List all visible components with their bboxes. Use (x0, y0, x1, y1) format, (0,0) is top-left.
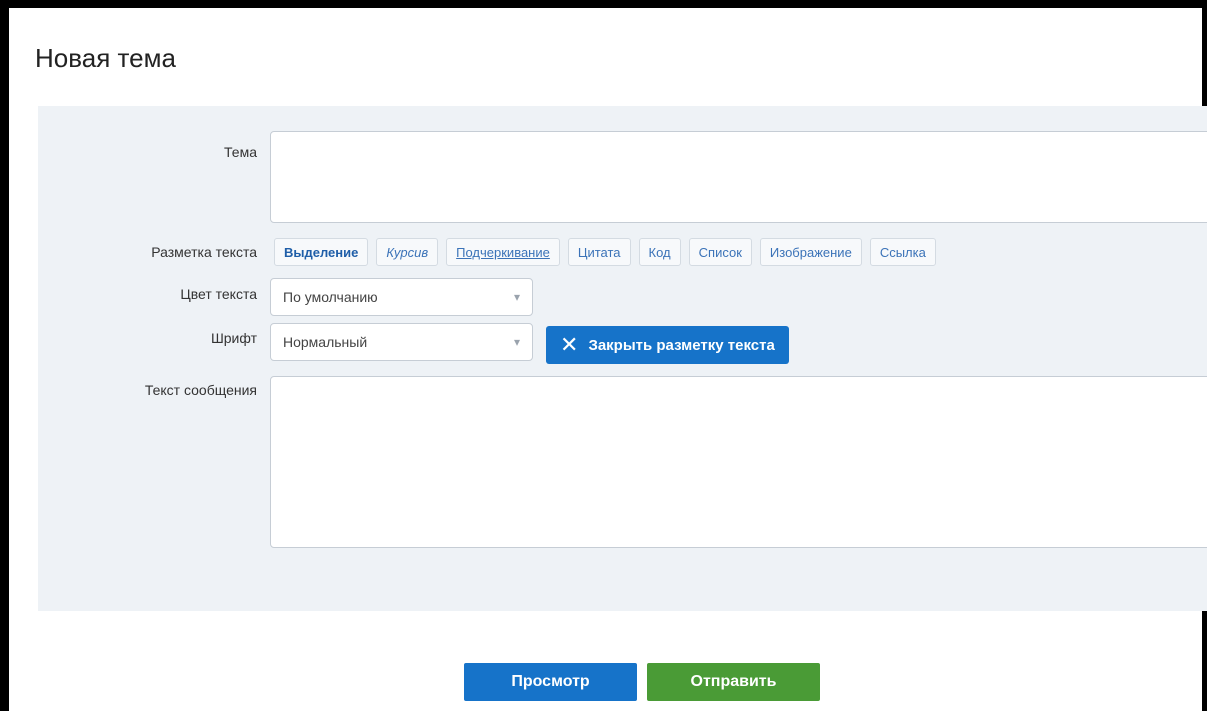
subject-input[interactable] (270, 131, 1207, 223)
text-color-value: По умолчанию (283, 289, 378, 305)
chevron-down-icon: ▾ (513, 335, 520, 349)
font-select[interactable]: Нормальный ▾ (270, 323, 533, 361)
markup-bold-button[interactable]: Выделение (274, 238, 369, 266)
window-frame: Новая тема Тема Разметка текста Выделени… (0, 0, 1207, 711)
new-topic-form: Тема Разметка текста Выделение Курсив По… (38, 106, 1207, 611)
markup-code-button[interactable]: Код (638, 238, 681, 266)
markup-image-button[interactable]: Изображение (759, 238, 862, 266)
markup-underline-button[interactable]: Подчеркивание (446, 238, 560, 266)
text-color-select[interactable]: По умолчанию ▾ (270, 278, 533, 316)
message-input[interactable] (270, 376, 1207, 548)
text-color-label: Цвет текста (180, 286, 257, 302)
close-icon: ✕ (560, 332, 579, 357)
markup-link-button[interactable]: Ссылка (869, 238, 936, 266)
subject-label: Тема (224, 144, 257, 160)
page-title: Новая тема (35, 43, 176, 73)
font-label: Шрифт (210, 330, 257, 346)
close-markup-button[interactable]: ✕ Закрыть разметку текста (546, 326, 789, 364)
preview-button[interactable]: Просмотр (464, 663, 637, 701)
font-value: Нормальный (283, 334, 368, 350)
markup-quote-button[interactable]: Цитата (567, 238, 631, 266)
markup-list-button[interactable]: Список (688, 238, 752, 266)
close-markup-label: Закрыть разметку текста (588, 336, 775, 354)
submit-button[interactable]: Отправить (647, 663, 820, 701)
markup-italic-button[interactable]: Курсив (376, 238, 439, 266)
chevron-down-icon: ▾ (513, 290, 520, 304)
markup-toolbar: Выделение Курсив Подчеркивание Цитата Ко… (274, 238, 936, 266)
markup-label: Разметка текста (151, 244, 257, 260)
message-label: Текст сообщения (144, 382, 257, 398)
form-actions: Просмотр Отправить (464, 663, 820, 701)
